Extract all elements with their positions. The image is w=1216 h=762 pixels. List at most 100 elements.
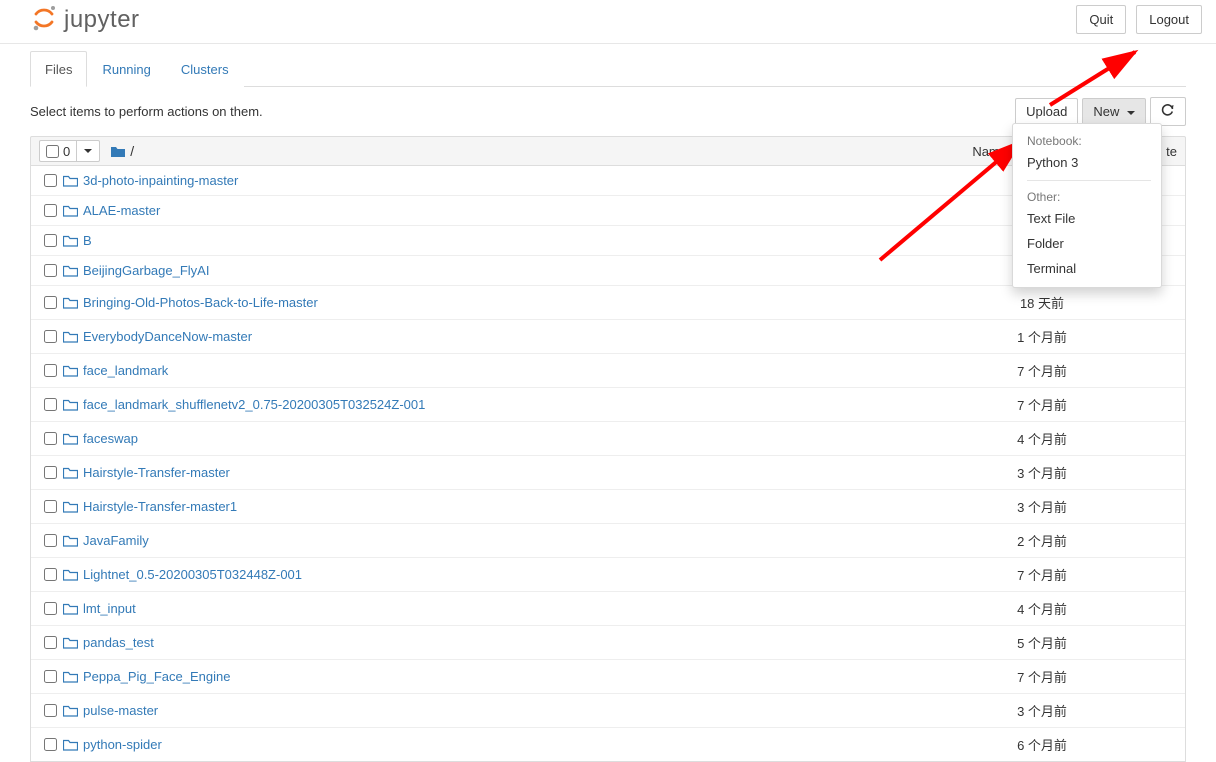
new-dropdown-menu: Notebook: Python 3 Other: Text File Fold… — [1012, 123, 1162, 288]
row-checkbox[interactable] — [44, 432, 57, 445]
row-modified: 7 个月前 — [977, 395, 1107, 414]
row-checkbox-wrap — [39, 330, 61, 343]
folder-icon — [61, 365, 79, 377]
folder-root-icon[interactable] — [110, 145, 126, 158]
row-checkbox[interactable] — [44, 704, 57, 717]
row-checkbox[interactable] — [44, 738, 57, 751]
refresh-icon — [1161, 103, 1175, 117]
row-modified: 7 个月前 — [977, 565, 1107, 584]
caret-down-icon — [1127, 111, 1135, 115]
row-checkbox[interactable] — [44, 204, 57, 217]
dd-divider — [1027, 180, 1151, 181]
row-checkbox-wrap — [39, 534, 61, 547]
row-checkbox-wrap — [39, 670, 61, 683]
row-name-link[interactable]: Peppa_Pig_Face_Engine — [83, 669, 977, 684]
dd-other-label: Other: — [1013, 186, 1161, 206]
row-checkbox-wrap — [39, 636, 61, 649]
row-checkbox[interactable] — [44, 264, 57, 277]
col-name-label: Name — [972, 144, 1007, 159]
row-name-link[interactable]: face_landmark — [83, 363, 977, 378]
row-checkbox-wrap — [39, 602, 61, 615]
tabs: Files Running Clusters — [30, 50, 1186, 87]
row-checkbox[interactable] — [44, 296, 57, 309]
action-buttons: Upload New Notebook: Python 3 Other: Tex… — [1015, 97, 1186, 126]
col-modified-label: te — [1166, 144, 1177, 159]
row-modified: 3 个月前 — [977, 701, 1107, 720]
folder-icon — [61, 433, 79, 445]
logo-text: jupyter — [64, 6, 140, 34]
row-checkbox[interactable] — [44, 670, 57, 683]
row-checkbox[interactable] — [44, 636, 57, 649]
row-checkbox[interactable] — [44, 398, 57, 411]
logo[interactable]: jupyter — [30, 4, 140, 35]
row-name-link[interactable]: faceswap — [83, 431, 977, 446]
row-name-link[interactable]: BeijingGarbage_FlyAI — [83, 263, 977, 278]
file-row: python-spider6 个月前 — [31, 727, 1185, 761]
dd-item-textfile[interactable]: Text File — [1013, 206, 1161, 231]
file-row: Hairstyle-Transfer-master3 个月前 — [31, 455, 1185, 489]
row-name-link[interactable]: lmt_input — [83, 601, 977, 616]
new-button-label: New — [1093, 104, 1119, 119]
select-all-checkbox-wrap[interactable]: 0 — [40, 144, 76, 159]
row-name-link[interactable]: B — [83, 233, 977, 248]
row-checkbox-wrap — [39, 174, 61, 187]
main: Files Running Clusters Select items to p… — [0, 50, 1216, 762]
dd-item-terminal[interactable]: Terminal — [1013, 256, 1161, 281]
dd-item-folder[interactable]: Folder — [1013, 231, 1161, 256]
row-name-link[interactable]: Bringing-Old-Photos-Back-to-Life-master — [83, 295, 977, 310]
tab-running[interactable]: Running — [87, 51, 165, 87]
file-row: face_landmark7 个月前 — [31, 353, 1185, 387]
new-button[interactable]: New — [1082, 98, 1146, 125]
select-all-dropdown[interactable] — [76, 141, 99, 161]
folder-icon — [61, 637, 79, 649]
row-name-link[interactable]: 3d-photo-inpainting-master — [83, 173, 977, 188]
tab-files[interactable]: Files — [30, 51, 87, 87]
row-checkbox[interactable] — [44, 330, 57, 343]
dd-item-python3[interactable]: Python 3 — [1013, 150, 1161, 175]
header-buttons: Quit Logout — [1076, 5, 1202, 34]
file-row: JavaFamily2 个月前 — [31, 523, 1185, 557]
select-all-checkbox[interactable] — [46, 145, 59, 158]
row-name-link[interactable]: ALAE-master — [83, 203, 977, 218]
file-row: face_landmark_shufflenetv2_0.75-20200305… — [31, 387, 1185, 421]
refresh-button[interactable] — [1150, 97, 1186, 126]
header: jupyter Quit Logout — [0, 0, 1216, 44]
row-checkbox[interactable] — [44, 466, 57, 479]
row-modified: 7 个月前 — [977, 361, 1107, 380]
quit-button[interactable]: Quit — [1076, 5, 1126, 34]
row-name-link[interactable]: python-spider — [83, 737, 977, 752]
file-row: EverybodyDanceNow-master1 个月前 — [31, 319, 1185, 353]
row-name-link[interactable]: pandas_test — [83, 635, 977, 650]
row-name-link[interactable]: JavaFamily — [83, 533, 977, 548]
row-checkbox[interactable] — [44, 174, 57, 187]
folder-icon — [61, 399, 79, 411]
row-checkbox[interactable] — [44, 534, 57, 547]
logout-button[interactable]: Logout — [1136, 5, 1202, 34]
row-checkbox[interactable] — [44, 364, 57, 377]
folder-icon — [61, 739, 79, 751]
row-checkbox-wrap — [39, 500, 61, 513]
upload-button[interactable]: Upload — [1015, 98, 1078, 125]
row-checkbox[interactable] — [44, 568, 57, 581]
row-checkbox[interactable] — [44, 602, 57, 615]
file-row: lmt_input4 个月前 — [31, 591, 1185, 625]
row-name-link[interactable]: Hairstyle-Transfer-master — [83, 465, 977, 480]
folder-icon — [61, 671, 79, 683]
dd-notebook-label: Notebook: — [1013, 130, 1161, 150]
folder-icon — [61, 535, 79, 547]
tab-clusters[interactable]: Clusters — [166, 51, 244, 87]
row-name-link[interactable]: Lightnet_0.5-20200305T032448Z-001 — [83, 567, 977, 582]
select-all-control[interactable]: 0 — [39, 140, 100, 162]
row-modified: 3 个月前 — [977, 497, 1107, 516]
row-name-link[interactable]: EverybodyDanceNow-master — [83, 329, 977, 344]
select-count: 0 — [63, 144, 70, 159]
row-checkbox-wrap — [39, 264, 61, 277]
row-checkbox[interactable] — [44, 234, 57, 247]
row-name-link[interactable]: pulse-master — [83, 703, 977, 718]
row-name-link[interactable]: face_landmark_shufflenetv2_0.75-20200305… — [83, 397, 977, 412]
row-checkbox[interactable] — [44, 500, 57, 513]
row-name-link[interactable]: Hairstyle-Transfer-master1 — [83, 499, 977, 514]
instruction-text: Select items to perform actions on them. — [30, 104, 263, 119]
col-header-name[interactable]: Name — [972, 144, 1017, 159]
row-modified: 2 个月前 — [977, 531, 1107, 550]
